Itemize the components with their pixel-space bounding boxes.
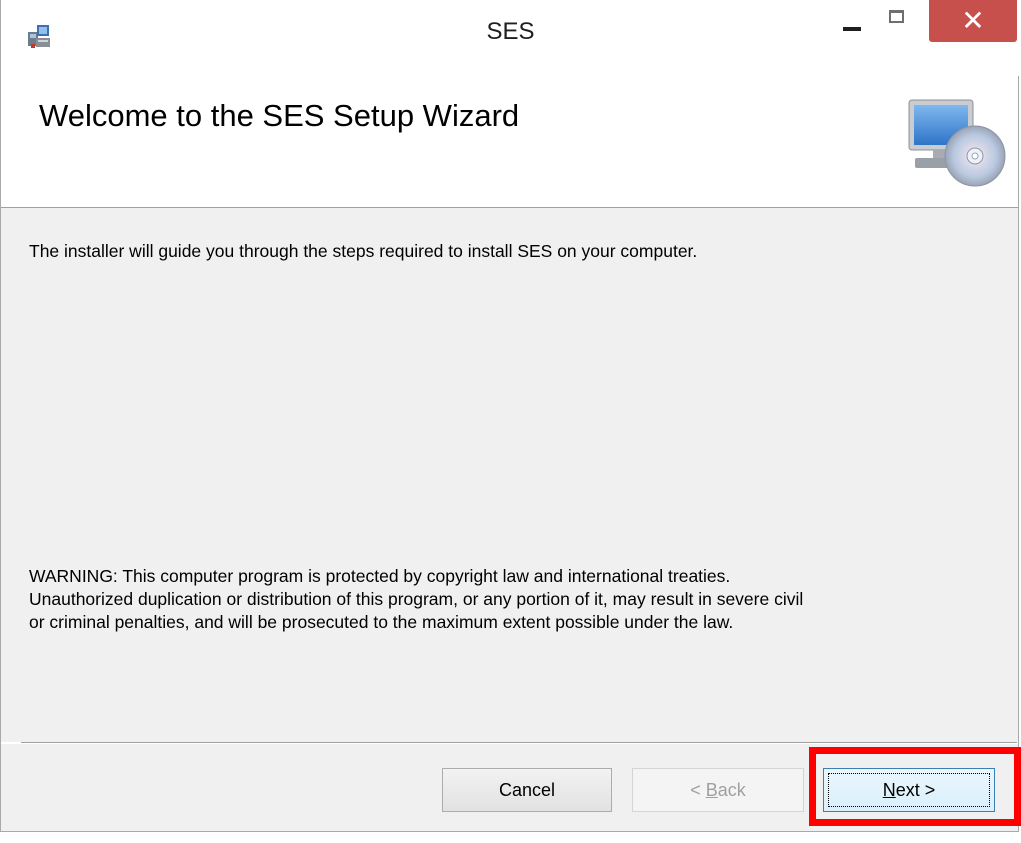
focus-rectangle — [828, 773, 990, 807]
wizard-heading: Welcome to the SES Setup Wizard — [39, 98, 520, 133]
maximize-icon — [889, 10, 904, 23]
minimize-icon — [843, 27, 861, 31]
title-bar[interactable]: SES ✕ — [1, 0, 1020, 76]
back-label-rest: ack — [717, 780, 746, 800]
cancel-button[interactable]: Cancel — [442, 768, 612, 812]
back-accelerator: B — [705, 780, 718, 800]
warning-line: or criminal penalties, and will be prose… — [29, 612, 734, 632]
warning-line: WARNING: This computer program is protec… — [29, 566, 731, 586]
warning-line: Unauthorized duplication or distribution… — [29, 589, 804, 609]
intro-text: The installer will guide you through the… — [29, 241, 698, 261]
copyright-warning: WARNING: This computer program is protec… — [29, 565, 989, 634]
back-prefix: < — [690, 780, 706, 800]
close-icon: ✕ — [961, 4, 985, 37]
next-button[interactable]: Next > — [823, 768, 995, 812]
computer-cd-icon — [908, 99, 1006, 187]
minimize-button[interactable] — [831, 0, 873, 42]
setup-wizard-window: SES ✕ Welcome to the SES Setup Wizard Th… — [0, 0, 1020, 832]
wizard-banner: Welcome to the SES Setup Wizard — [1, 76, 1018, 208]
close-button[interactable]: ✕ — [929, 0, 1017, 42]
wizard-footer: Cancel < Back Next > — [1, 744, 1018, 831]
back-button[interactable]: < Back — [632, 768, 804, 812]
maximize-button[interactable] — [877, 0, 919, 42]
wizard-body: The installer will guide you through the… — [1, 208, 1018, 742]
